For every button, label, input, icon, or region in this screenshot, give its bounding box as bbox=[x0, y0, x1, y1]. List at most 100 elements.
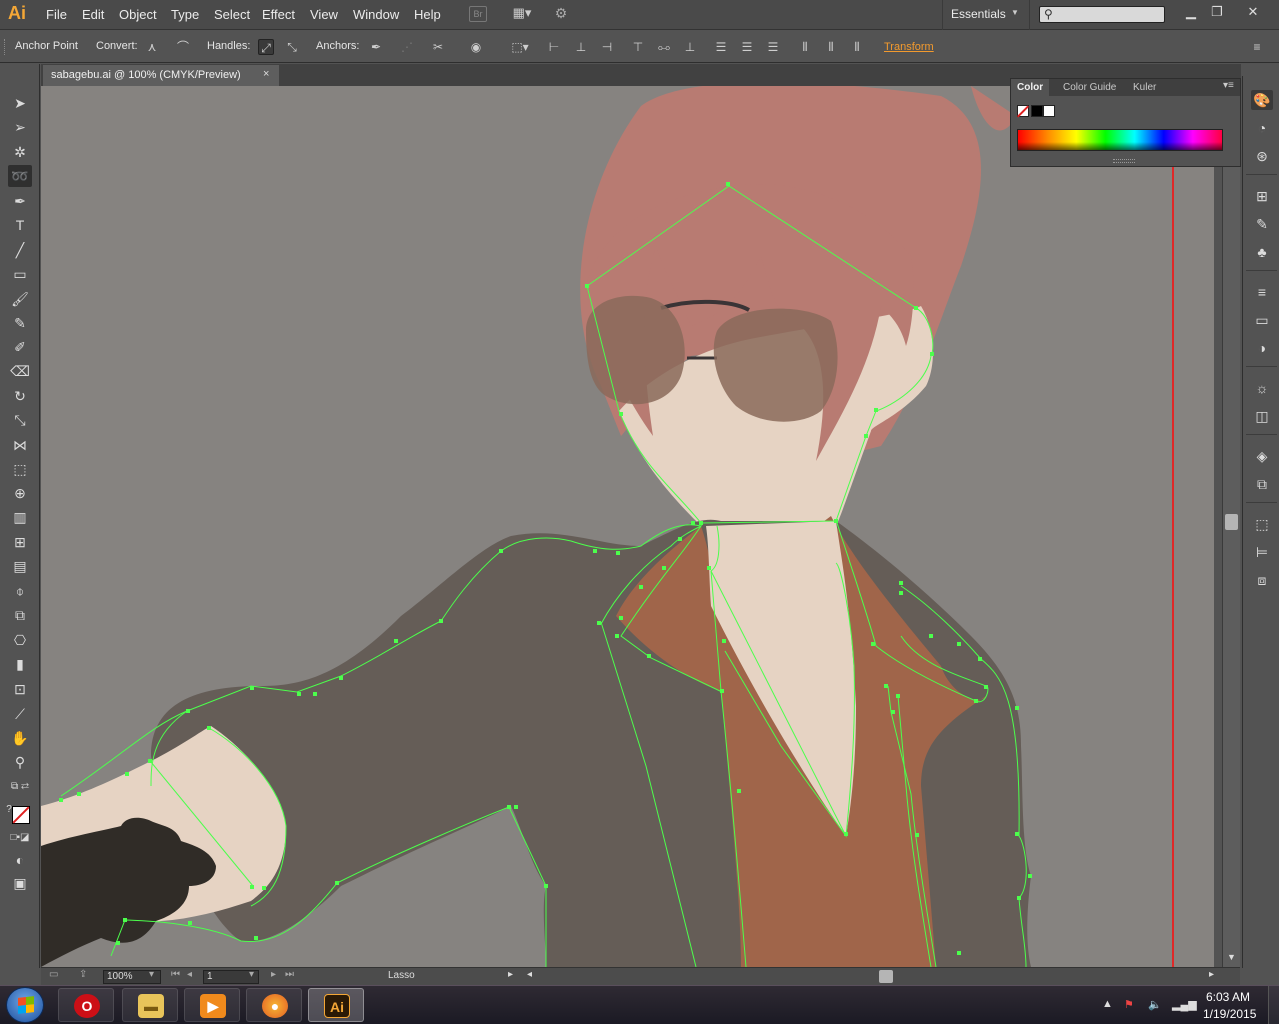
hide-handles-icon[interactable]: ⤡ bbox=[284, 39, 300, 55]
color-guide-icon[interactable]: ◔ bbox=[1251, 118, 1273, 138]
zoom-dropdown-icon[interactable]: ▾ bbox=[149, 969, 154, 980]
show-hidden-icons-icon[interactable]: ▲ bbox=[1102, 998, 1113, 1010]
artwork[interactable] bbox=[41, 86, 1214, 967]
taskbar-file-explorer[interactable]: ▬ bbox=[122, 988, 178, 1022]
scale-tool-icon[interactable]: ⤡ bbox=[8, 409, 32, 431]
gradient-icon[interactable]: ▭ bbox=[1251, 310, 1273, 330]
distribute-left-icon[interactable]: ⫴ bbox=[797, 39, 813, 55]
tab-color-guide[interactable]: Color Guide bbox=[1057, 79, 1122, 96]
free-transform-tool-icon[interactable]: ⬚ bbox=[8, 458, 32, 480]
isolate-object-icon[interactable]: ◉ bbox=[468, 39, 484, 55]
horizontal-scroll-thumb[interactable] bbox=[879, 970, 893, 983]
next-artboard-icon[interactable]: ▸ bbox=[271, 969, 276, 980]
network-icon[interactable]: ▂▄▆ bbox=[1172, 998, 1197, 1011]
volume-icon[interactable]: 🔈 bbox=[1148, 998, 1162, 1011]
column-graph-tool-icon[interactable]: ▮ bbox=[8, 653, 32, 675]
cut-path-icon[interactable]: ✂ bbox=[430, 39, 446, 55]
distribute-horizontal-center-icon[interactable]: ⫴ bbox=[823, 39, 839, 55]
graphic-styles-icon[interactable]: ◫ bbox=[1251, 406, 1273, 426]
white-swatch[interactable] bbox=[1043, 105, 1055, 117]
eyedropper-tool-icon[interactable]: ⌽ bbox=[8, 580, 32, 602]
color-panel-icon[interactable]: 🎨 bbox=[1251, 90, 1273, 110]
convert-to-corner-icon[interactable]: ⋏ bbox=[144, 39, 160, 55]
black-swatch[interactable] bbox=[1031, 105, 1043, 117]
vertical-scrollbar[interactable]: ▲ ▼ bbox=[1222, 86, 1240, 967]
status-menu-icon[interactable]: ▸ bbox=[508, 969, 513, 980]
current-tool-status[interactable]: Lasso bbox=[388, 970, 415, 981]
blob-brush-tool-icon[interactable]: ✐ bbox=[8, 336, 32, 358]
transparency-icon[interactable]: ◑ bbox=[1251, 338, 1273, 358]
gpu-preview-icon[interactable]: ▭ bbox=[49, 969, 58, 980]
panel-grip[interactable] bbox=[4, 39, 8, 55]
symbols-icon[interactable]: ♣ bbox=[1251, 242, 1273, 262]
direct-selection-tool-icon[interactable]: ➢ bbox=[8, 116, 32, 138]
menu-select[interactable]: Select bbox=[214, 7, 250, 22]
share-icon[interactable]: ⇪ bbox=[79, 969, 87, 980]
scroll-right-icon[interactable]: ▸ bbox=[1209, 969, 1214, 980]
shape-builder-tool-icon[interactable]: ⊕ bbox=[8, 482, 32, 504]
first-artboard-icon[interactable]: ⏮ bbox=[171, 969, 180, 980]
distribute-right-icon[interactable]: ⫴ bbox=[849, 39, 865, 55]
align-vertical-center-icon[interactable]: ⧟ bbox=[656, 39, 672, 55]
menu-effect[interactable]: Effect bbox=[262, 7, 295, 22]
taskbar-opera[interactable]: O bbox=[58, 988, 114, 1022]
pen-tool-icon[interactable]: ✒ bbox=[8, 190, 32, 212]
eraser-tool-icon[interactable]: ⌫ bbox=[8, 360, 32, 382]
perspective-grid-tool-icon[interactable]: ▥ bbox=[8, 506, 32, 528]
artboard-canvas[interactable] bbox=[41, 86, 1214, 967]
type-tool-icon[interactable]: T bbox=[8, 214, 32, 236]
screen-mode-icon[interactable]: ▣ bbox=[8, 872, 32, 894]
align-top-icon[interactable]: ⊤ bbox=[630, 39, 646, 55]
align-icon[interactable]: ⊨ bbox=[1251, 542, 1273, 562]
menu-edit[interactable]: Edit bbox=[82, 7, 104, 22]
taskbar-illustrator[interactable]: Ai bbox=[308, 988, 364, 1022]
draw-mode-icon[interactable]: ◐ bbox=[8, 849, 32, 871]
gpu-performance-icon[interactable]: ⚙ bbox=[552, 6, 570, 22]
rotate-tool-icon[interactable]: ↻ bbox=[8, 385, 32, 407]
convert-to-smooth-icon[interactable]: ⌒ bbox=[175, 39, 191, 55]
artboards-icon[interactable]: ⧉ bbox=[1251, 474, 1273, 494]
start-button[interactable] bbox=[6, 987, 44, 1023]
distribute-top-icon[interactable]: ☰ bbox=[713, 39, 729, 55]
taskbar-firefox[interactable]: ● bbox=[246, 988, 302, 1022]
menu-help[interactable]: Help bbox=[414, 7, 441, 22]
clock-time[interactable]: 6:03 AM bbox=[1206, 990, 1250, 1004]
previous-artboard-icon[interactable]: ◂ bbox=[187, 969, 192, 980]
transform-icon[interactable]: ⬚ bbox=[1251, 514, 1273, 534]
show-handles-icon[interactable]: ⤢ bbox=[258, 39, 274, 55]
minimize-button[interactable]: ▁ bbox=[1178, 2, 1204, 22]
show-desktop-button[interactable] bbox=[1268, 986, 1279, 1024]
gradient-tool-icon[interactable]: ▤ bbox=[8, 555, 32, 577]
close-button[interactable]: ✕ bbox=[1240, 2, 1266, 22]
paintbrush-tool-icon[interactable]: 🖌 bbox=[8, 288, 32, 310]
pencil-tool-icon[interactable]: ✎ bbox=[8, 312, 32, 334]
align-horizontal-center-icon[interactable]: ⊥ bbox=[573, 39, 589, 55]
taskbar-media-player[interactable]: ▶ bbox=[184, 988, 240, 1022]
distribute-center-icon[interactable]: ☰ bbox=[739, 39, 755, 55]
brushes-icon[interactable]: ✎ bbox=[1251, 214, 1273, 234]
kuler-icon[interactable]: ⊛ bbox=[1251, 146, 1273, 166]
swatches-icon[interactable]: ⊞ bbox=[1251, 186, 1273, 206]
panel-menu-icon[interactable]: ≡ bbox=[1249, 39, 1265, 55]
color-spectrum-bar[interactable] bbox=[1017, 129, 1223, 151]
tab-color[interactable]: Color bbox=[1011, 79, 1050, 96]
layers-icon[interactable]: ◈ bbox=[1251, 446, 1273, 466]
maximize-button[interactable]: ❐ bbox=[1204, 2, 1230, 22]
magic-wand-tool-icon[interactable]: ✲ bbox=[8, 141, 32, 163]
artboard-tool-icon[interactable]: ⊡ bbox=[8, 678, 32, 700]
bridge-button[interactable]: Br bbox=[469, 6, 487, 22]
tab-kuler[interactable]: Kuler bbox=[1127, 79, 1162, 96]
connect-endpoints-icon[interactable]: ⋰ bbox=[399, 39, 415, 55]
stroke-icon[interactable]: ≡ bbox=[1251, 282, 1273, 302]
slice-tool-icon[interactable]: ⟋ bbox=[8, 703, 32, 725]
selection-tool-icon[interactable]: ➤ bbox=[8, 92, 32, 114]
clock-date[interactable]: 1/19/2015 bbox=[1203, 1007, 1256, 1021]
vertical-scroll-thumb[interactable] bbox=[1225, 514, 1238, 530]
document-tab[interactable]: sabagebu.ai @ 100% (CMYK/Preview) × bbox=[43, 65, 279, 86]
zoom-tool-icon[interactable]: ⚲ bbox=[8, 751, 32, 773]
workspace-switcher[interactable]: Essentials ▼ bbox=[942, 0, 1030, 30]
symbol-sprayer-tool-icon[interactable]: ⎔ bbox=[8, 629, 32, 651]
search-input[interactable]: ⚲ bbox=[1039, 6, 1165, 23]
color-modes-icon[interactable]: □▪◪ bbox=[8, 827, 32, 849]
pathfinder-icon[interactable]: ⧈ bbox=[1251, 570, 1273, 590]
